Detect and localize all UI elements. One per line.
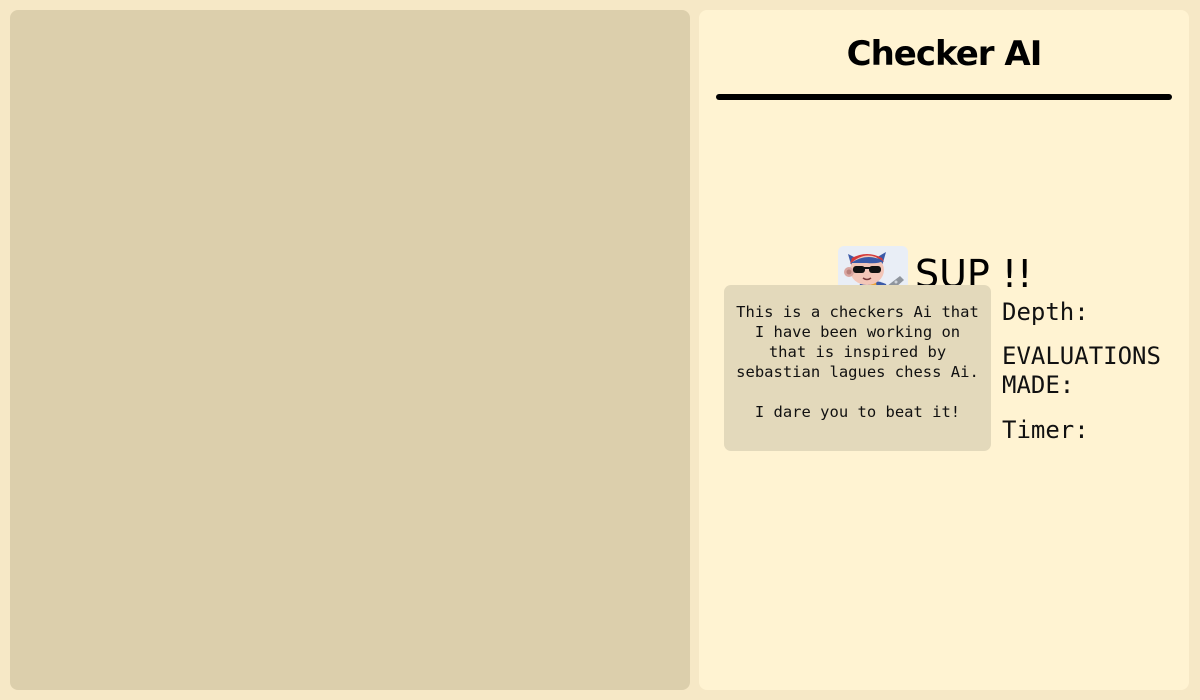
app-title: Checker AI [846, 34, 1043, 74]
description-text: This is a checkers Ai that I have been w… [736, 303, 979, 421]
description-card: This is a checkers Ai that I have been w… [724, 285, 991, 451]
game-board[interactable] [10, 10, 690, 690]
info-panel: Checker AI SUP !! This is a checkers Ai … [699, 10, 1189, 690]
title-divider [716, 94, 1172, 100]
timer-label: Timer: [1002, 416, 1089, 444]
depth-label: Depth: [1002, 298, 1089, 326]
evaluations-made-label: EVALUATIONS MADE: [1002, 342, 1161, 399]
